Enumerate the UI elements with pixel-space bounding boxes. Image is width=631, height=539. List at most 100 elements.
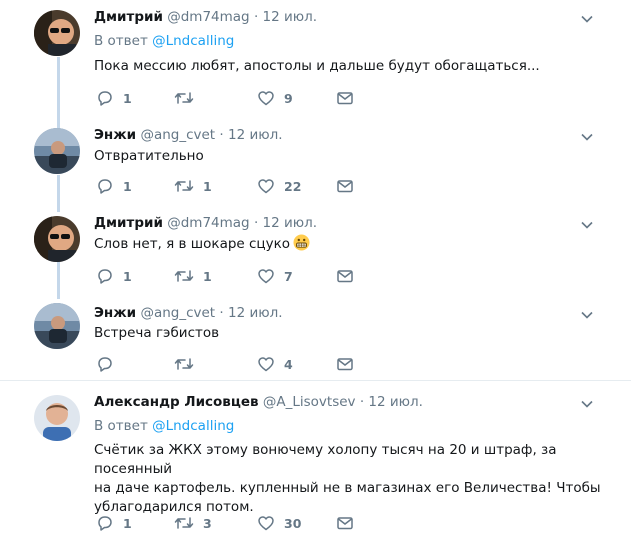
like-count: 7 — [284, 268, 293, 284]
author-handle[interactable]: @A_Lisovtsev — [263, 394, 356, 410]
author-name[interactable]: Энжи — [94, 305, 136, 321]
separator: · — [253, 215, 259, 231]
reply-prefix: В ответ — [94, 33, 148, 49]
tweet-actions: 1 3 30 — [96, 513, 366, 533]
reply-to-link[interactable]: @Lndcalling — [152, 33, 234, 49]
retweet-button[interactable] — [174, 354, 203, 374]
tweet-actions: 1 1 7 — [96, 266, 366, 286]
retweet-count: 3 — [203, 515, 212, 531]
separator: · — [219, 127, 224, 143]
reply-count: 1 — [123, 515, 132, 531]
avatar[interactable] — [34, 216, 80, 262]
tweet-actions: 4 — [96, 354, 366, 374]
like-icon — [258, 357, 274, 372]
tweet-date[interactable]: 12 июл. — [368, 394, 423, 410]
direct-message-icon — [337, 92, 353, 105]
tweet-actions: 1 9 — [96, 88, 366, 108]
author-name[interactable]: Дмитрий — [94, 9, 163, 25]
avatar[interactable] — [34, 128, 80, 174]
retweet-button[interactable]: 1 — [174, 176, 212, 196]
tweet-header: Энжи @ang_cvet · 12 июл. — [94, 126, 283, 144]
tweet-text: Пока мессию любят, апостолы и дальше буд… — [94, 58, 540, 74]
author-handle[interactable]: @dm74mag — [167, 215, 249, 231]
retweet-count: 1 — [203, 178, 212, 194]
direct-message-button[interactable] — [336, 88, 354, 108]
retweet-icon — [174, 180, 194, 192]
like-button[interactable]: 7 — [257, 266, 293, 286]
author-handle[interactable]: @ang_cvet — [140, 127, 215, 143]
chevron-down-icon[interactable] — [580, 397, 594, 411]
reply-button[interactable]: 1 — [96, 513, 132, 533]
chevron-down-icon[interactable] — [580, 130, 594, 144]
reply-to-link[interactable]: @Lndcalling — [152, 418, 234, 434]
author-handle[interactable]: @ang_cvet — [140, 305, 215, 321]
reply-button[interactable]: 1 — [96, 176, 132, 196]
author-name[interactable]: Александр Лисовцев — [94, 394, 259, 410]
avatar[interactable] — [34, 395, 80, 441]
direct-message-icon — [337, 358, 353, 371]
tweet[interactable]: Александр Лисовцев @A_Lisovtsev · 12 июл… — [0, 381, 631, 539]
retweet-button[interactable]: 3 — [174, 513, 212, 533]
retweet-icon — [174, 358, 194, 370]
chevron-down-icon[interactable] — [580, 12, 594, 26]
direct-message-icon — [337, 270, 353, 283]
tweet-text-line: на даче картофель. купленный не в магази… — [94, 480, 601, 496]
avatar[interactable] — [34, 303, 80, 349]
reply-icon — [98, 516, 112, 531]
like-icon — [258, 269, 274, 284]
like-icon — [258, 516, 274, 531]
like-button[interactable]: 22 — [257, 176, 301, 196]
retweet-button[interactable] — [174, 88, 203, 108]
chevron-down-icon[interactable] — [580, 218, 594, 232]
author-name[interactable]: Энжи — [94, 127, 136, 143]
tweet-header: Александр Лисовцев @A_Lisovtsev · 12 июл… — [94, 393, 423, 411]
tweet-text: Счётик за ЖКХ этому вонючему холопу тыся… — [94, 441, 604, 517]
direct-message-button[interactable] — [336, 266, 354, 286]
reply-button[interactable] — [96, 354, 123, 374]
reply-count: 1 — [123, 268, 132, 284]
tweet[interactable]: Дмитрий @dm74mag · 12 июл. В ответ @Lndc… — [0, 0, 631, 118]
like-count: 4 — [284, 356, 293, 372]
tweet-date[interactable]: 12 июл. — [263, 9, 318, 25]
author-handle[interactable]: @dm74mag — [167, 9, 249, 25]
direct-message-icon — [337, 517, 353, 530]
like-button[interactable]: 4 — [257, 354, 293, 374]
like-count: 9 — [284, 90, 293, 106]
tweet[interactable]: Энжи @ang_cvet · 12 июл. Встреча гэбисто… — [0, 296, 631, 378]
like-button[interactable]: 30 — [257, 513, 301, 533]
avatar[interactable] — [34, 10, 80, 56]
retweet-icon — [174, 92, 194, 104]
reply-icon — [98, 91, 112, 106]
reply-icon — [98, 357, 112, 372]
separator: · — [359, 394, 365, 410]
tweet-date[interactable]: 12 июл. — [263, 215, 318, 231]
tweet-text-line: Счётик за ЖКХ этому вонючему холопу тыся… — [94, 442, 557, 477]
reply-context: В ответ @Lndcalling — [94, 417, 234, 435]
reply-button[interactable]: 1 — [96, 266, 132, 286]
tweet-text: Встреча гэбистов — [94, 325, 220, 341]
like-icon — [258, 91, 274, 106]
tweet[interactable]: Энжи @ang_cvet · 12 июл. Отвратительно 1… — [0, 118, 631, 208]
like-button[interactable]: 9 — [257, 88, 293, 108]
like-count: 22 — [284, 178, 302, 194]
reply-icon — [98, 269, 112, 284]
tweet-date[interactable]: 12 июл. — [228, 127, 283, 143]
reply-button[interactable]: 1 — [96, 88, 132, 108]
tweet-date[interactable]: 12 июл. — [228, 305, 283, 321]
reply-icon — [98, 179, 112, 194]
like-icon — [258, 179, 274, 194]
direct-message-icon — [337, 180, 353, 193]
direct-message-button[interactable] — [336, 354, 354, 374]
chevron-down-icon[interactable] — [580, 308, 594, 322]
direct-message-button[interactable] — [336, 513, 354, 533]
tweet-text: Слов нет, я в шокаре сцуко — [94, 234, 604, 254]
tweet-header: Дмитрий @dm74mag · 12 июл. — [94, 8, 317, 26]
tweet[interactable]: Дмитрий @dm74mag · 12 июл. Слов нет, я в… — [0, 208, 631, 296]
tweet-text: Отвратительно — [94, 148, 204, 164]
retweet-count: 1 — [203, 268, 212, 284]
reply-count: 1 — [123, 90, 132, 106]
retweet-button[interactable]: 1 — [174, 266, 212, 286]
direct-message-button[interactable] — [336, 176, 354, 196]
retweet-icon — [174, 270, 194, 282]
author-name[interactable]: Дмитрий — [94, 215, 163, 231]
